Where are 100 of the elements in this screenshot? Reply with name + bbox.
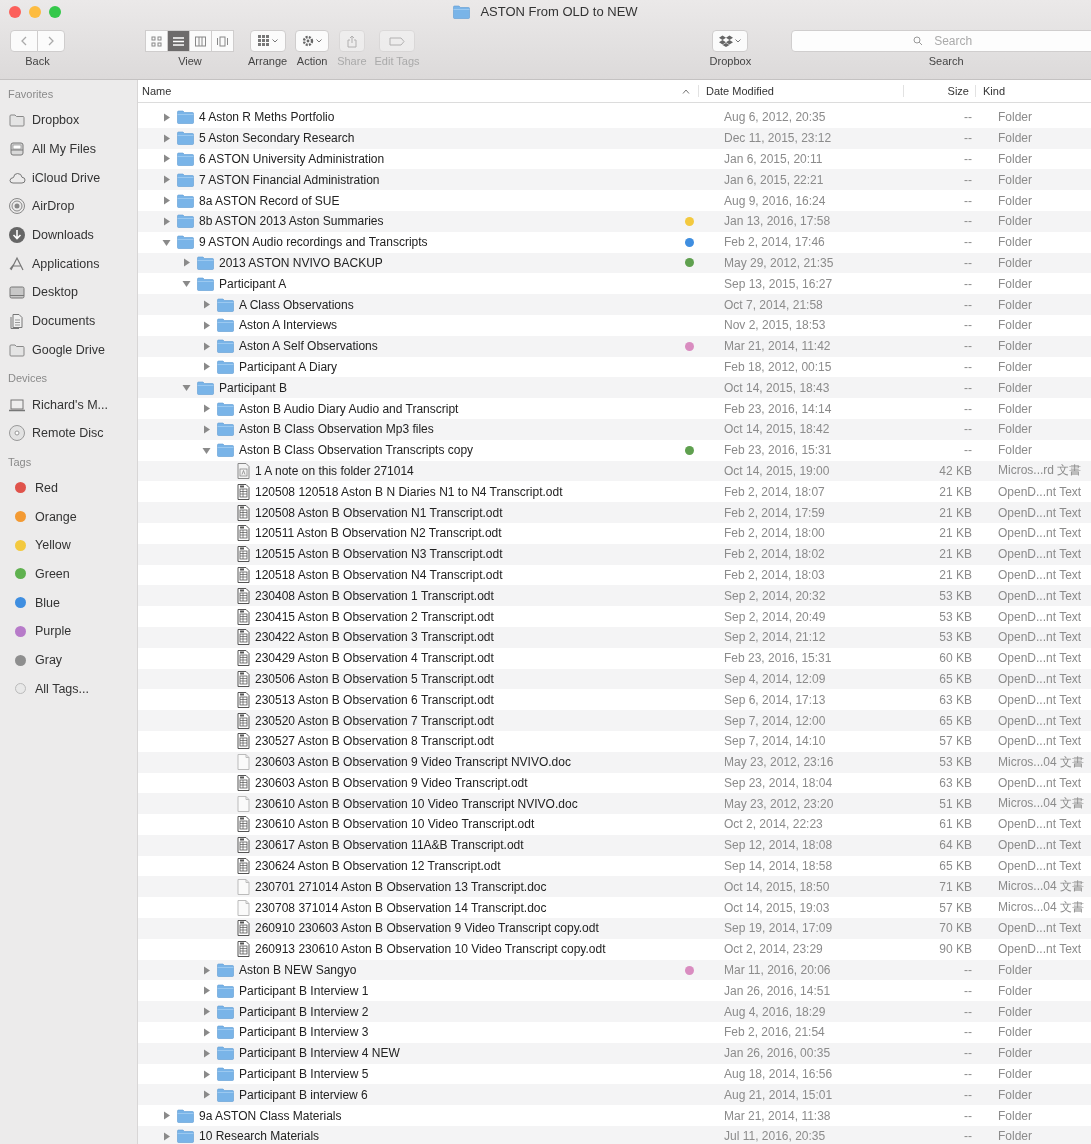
file-row[interactable]: 230610 Aston B Observation 10 Video Transcript NVIVO.doc May 23, 2012, 23:20 51 KB Micros...04 文書 [138,793,1091,815]
file-row[interactable]: 230415 Aston B Observation 2 Transcript.odt Sep 2, 2014, 20:49 53 KB OpenD...nt Text [138,606,1091,627]
file-row[interactable]: Aston B Class Observation Mp3 files Oct 14, 2015, 18:42 -- Folder [138,418,1091,440]
file-row[interactable]: 260910 230603 Aston B Observation 9 Video Transcript copy.odt Sep 19, 2014, 17:09 70 KB OpenD...nt Text [138,918,1091,939]
file-row[interactable]: Participant B Interview 4 NEW Jan 26, 2016, 00:35 -- Folder [138,1042,1091,1064]
sidebar-item[interactable]: Google Drive [32,342,105,357]
disclosure-triangle-icon[interactable] [202,986,211,996]
file-row[interactable]: 230617 Aston B Observation 11A&B Transcript.odt Sep 12, 2014, 18:08 64 KB OpenD...nt Text [138,834,1091,856]
file-row[interactable]: 230513 Aston B Observation 6 Transcript.odt Sep 6, 2014, 17:13 63 KB OpenD...nt Text [138,689,1091,711]
file-row[interactable]: 120508 120518 Aston B N Diaries N1 to N4 Transcript.odt Feb 2, 2014, 18:07 21 KB OpenD...nt Text [138,481,1091,503]
close-button[interactable] [9,6,21,18]
view-mode-button[interactable] [211,30,234,52]
file-row[interactable]: Aston B Audio Diary Audio and Transcript Feb 23, 2016, 14:14 -- Folder [138,398,1091,419]
sidebar-item[interactable]: All My Files [32,142,96,157]
sidebar-item[interactable]: Purple [35,624,72,639]
file-row[interactable]: 7 ASTON Financial Administration Jan 6, 2015, 22:21 -- Folder [138,169,1091,191]
file-row[interactable]: 9 ASTON Audio recordings and Transcripts Feb 2, 2014, 17:46 -- Folder [138,231,1091,253]
disclosure-triangle-icon[interactable] [182,279,191,289]
file-row[interactable]: Aston B NEW Sangyo Mar 11, 2016, 20:06 -- Folder [138,959,1091,981]
file-row[interactable]: 230624 Aston B Observation 12 Transcript.odt Sep 14, 2014, 18:58 65 KB OpenD...nt Text [138,855,1091,877]
sidebar-item[interactable]: Red [35,480,58,495]
file-row[interactable]: 230610 Aston B Observation 10 Video Transcript.odt Oct 2, 2014, 22:23 61 KB OpenD...nt Text [138,814,1091,835]
sidebar-item[interactable]: Documents [32,314,96,329]
file-row[interactable]: 2013 ASTON NVIVO BACKUP May 29, 2012, 21:35 -- Folder [138,252,1091,274]
file-row[interactable]: Participant B Oct 14, 2015, 18:43 -- Folder [138,377,1091,399]
sidebar-item[interactable]: AirDrop [32,199,75,214]
sidebar-item[interactable]: Yellow [35,538,71,553]
disclosure-triangle-icon[interactable] [162,175,171,185]
action-button[interactable] [295,30,330,52]
file-row[interactable]: Participant B Interview 2 Aug 4, 2016, 18:29 -- Folder [138,1001,1091,1023]
file-row[interactable]: 120508 Aston B Observation N1 Transcript.odt Feb 2, 2014, 17:59 21 KB OpenD...nt Text [138,502,1091,523]
sidebar-item[interactable]: Desktop [32,285,78,300]
file-row[interactable]: 1 A note on this folder 271014 Oct 14, 2015, 19:00 42 KB Micros...rd 文書 [138,460,1091,482]
file-row[interactable]: 120511 Aston B Observation N2 Transcript.odt Feb 2, 2014, 18:00 21 KB OpenD...nt Text [138,522,1091,544]
disclosure-triangle-icon[interactable] [202,320,211,330]
disclosure-triangle-icon[interactable] [162,112,171,122]
sidebar-item[interactable]: Applications [32,256,100,271]
file-row[interactable]: 6 ASTON University Administration Jan 6, 2015, 20:11 -- Folder [138,148,1091,170]
file-row[interactable]: 230603 Aston B Observation 9 Video Transcript.odt Sep 23, 2014, 18:04 63 KB OpenD...nt Text [138,772,1091,794]
name-column-header[interactable]: Name [142,85,172,97]
file-row[interactable]: 120515 Aston B Observation N3 Transcript.odt Feb 2, 2014, 18:02 21 KB OpenD...nt Text [138,543,1091,565]
disclosure-triangle-icon[interactable] [162,1131,171,1141]
file-row[interactable]: Participant B Interview 1 Jan 26, 2016, 14:51 -- Folder [138,980,1091,1002]
disclosure-triangle-icon[interactable] [162,196,171,206]
disclosure-triangle-icon[interactable] [182,258,191,268]
file-row[interactable]: 230520 Aston B Observation 7 Transcript.odt Sep 7, 2014, 12:00 65 KB OpenD...nt Text [138,710,1091,731]
sidebar-item[interactable]: Dropbox [32,113,80,128]
file-row[interactable]: 230708 371014 Aston B Observation 14 Transcript.doc Oct 14, 2015, 19:03 57 KB Micros...04 文書 [138,897,1091,919]
disclosure-triangle-icon[interactable] [202,445,211,455]
disclosure-triangle-icon[interactable] [162,237,171,247]
file-row[interactable]: Participant A Sep 13, 2015, 16:27 -- Folder [138,273,1091,295]
file-row[interactable]: Participant B Interview 5 Aug 18, 2014, 16:56 -- Folder [138,1063,1091,1085]
file-row[interactable]: 5 Aston Secondary Research Dec 11, 2015, 23:12 -- Folder [138,127,1091,149]
file-row[interactable]: 10 Research Materials Jul 11, 2016, 20:35 -- Folder [138,1126,1091,1144]
file-row[interactable]: 8b ASTON 2013 Aston Summaries Jan 13, 2016, 17:58 -- Folder [138,211,1091,232]
sidebar-item[interactable]: iCloud Drive [32,170,101,185]
file-row[interactable]: 230429 Aston B Observation 4 Transcript.odt Feb 23, 2016, 15:31 60 KB OpenD...nt Text [138,647,1091,669]
file-row[interactable]: 230422 Aston B Observation 3 Transcript.odt Sep 2, 2014, 21:12 53 KB OpenD...nt Text [138,626,1091,648]
file-row[interactable]: 8a ASTON Record of SUE Aug 9, 2016, 16:24 -- Folder [138,190,1091,211]
disclosure-triangle-icon[interactable] [162,216,171,226]
file-row[interactable]: 9a ASTON Class Materials Mar 21, 2014, 11:38 -- Folder [138,1105,1091,1127]
file-row[interactable]: Participant A Diary Feb 18, 2012, 00:15 -- Folder [138,356,1091,378]
disclosure-triangle-icon[interactable] [162,133,171,143]
disclosure-triangle-icon[interactable] [202,1069,211,1079]
disclosure-triangle-icon[interactable] [202,1090,211,1100]
disclosure-triangle-icon[interactable] [202,341,211,351]
disclosure-triangle-icon[interactable] [202,362,211,372]
view-mode-button[interactable] [167,30,190,52]
disclosure-triangle-icon[interactable] [202,965,211,975]
zoom-button[interactable] [49,6,61,18]
arrange-button[interactable] [249,30,286,52]
sidebar-item[interactable]: Gray [35,653,63,668]
search-field[interactable]: Search [791,30,1091,52]
file-row[interactable]: 4 Aston R Meths Portfolio Aug 6, 2012, 20:35 -- Folder [138,107,1091,128]
file-row[interactable]: 230603 Aston B Observation 9 Video Transcript NVIVO.doc May 23, 2012, 23:16 53 KB Micros...04 文書 [138,751,1091,773]
kind-column-header[interactable]: Kind [983,85,1006,97]
disclosure-triangle-icon[interactable] [202,1048,211,1058]
disclosure-triangle-icon[interactable] [202,1007,211,1017]
file-row[interactable]: 230506 Aston B Observation 5 Transcript.odt Sep 4, 2014, 12:09 65 KB OpenD...nt Text [138,668,1091,690]
dropbox-button[interactable] [712,30,749,52]
view-mode-button[interactable] [145,30,168,52]
file-row[interactable]: Aston B Class Observation Transcripts copy Feb 23, 2016, 15:31 -- Folder [138,439,1091,461]
file-row[interactable]: Participant B interview 6 Aug 21, 2014, 15:01 -- Folder [138,1084,1091,1106]
sidebar-item[interactable]: All Tags... [35,681,89,696]
disclosure-triangle-icon[interactable] [162,154,171,164]
file-row[interactable]: 230527 Aston B Observation 8 Transcript.odt Sep 7, 2014, 14:10 57 KB OpenD...nt Text [138,730,1091,752]
file-row[interactable]: Participant B Interview 3 Feb 2, 2016, 21:54 -- Folder [138,1022,1091,1043]
sidebar-item[interactable]: Green [35,566,70,581]
disclosure-triangle-icon[interactable] [202,1027,211,1037]
disclosure-triangle-icon[interactable] [202,424,211,434]
date-column-header[interactable]: Date Modified [706,85,774,97]
disclosure-triangle-icon[interactable] [182,383,191,393]
view-mode-button[interactable] [189,30,212,52]
file-row[interactable]: Aston A Self Observations Mar 21, 2014, 11:42 -- Folder [138,335,1091,357]
file-row[interactable]: 260913 230610 Aston B Observation 10 Video Transcript copy.odt Oct 2, 2014, 23:29 90 KB OpenD...nt Text [138,938,1091,960]
sidebar-item[interactable]: Blue [35,595,61,610]
file-row[interactable]: A Class Observations Oct 7, 2014, 21:58 -- Folder [138,294,1091,315]
disclosure-triangle-icon[interactable] [202,404,211,414]
disclosure-triangle-icon[interactable] [202,300,211,310]
sidebar-item[interactable]: Remote Disc [32,426,104,441]
